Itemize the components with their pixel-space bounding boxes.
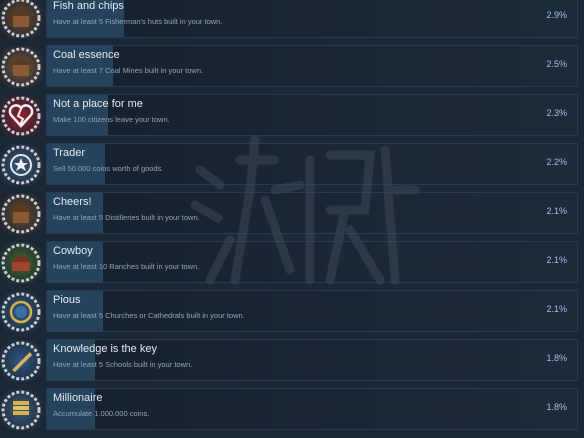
unlock-percentage: 1.8%: [546, 353, 567, 363]
achievement-description: Have at least 5 Schools built in your to…: [53, 360, 193, 369]
unlock-percentage: 2.2%: [546, 157, 567, 167]
achievement-list: Fish and chips Have at least 5 Fisherman'…: [0, 0, 584, 438]
achievement-row[interactable]: Not a place for me Make 100 citizens leav…: [0, 94, 584, 138]
achievement-card: Knowledge is the key Have at least 5 Scho…: [46, 339, 578, 381]
achievement-card: Cheers! Have at least 5 Distilleries buil…: [46, 192, 578, 234]
achievement-row[interactable]: Fish and chips Have at least 5 Fisherman'…: [0, 0, 584, 40]
coin-stack-icon: [0, 389, 42, 431]
star-coin-icon: [0, 144, 42, 186]
achievement-title: Fish and chips: [53, 0, 124, 12]
church-icon: [0, 291, 42, 333]
achievement-description: Accumulate 1.000.000 coins.: [53, 409, 150, 418]
achievement-title: Coal essence: [53, 49, 120, 61]
fisherman-hut-icon: [0, 0, 42, 39]
achievement-description: Have at least 5 Fisherman's huts built i…: [53, 17, 223, 26]
achievement-card: Trader Sell 50.000 coins worth of goods. 2…: [46, 143, 578, 185]
achievement-title: Trader: [53, 147, 85, 159]
achievement-card: Fish and chips Have at least 5 Fisherman'…: [46, 0, 578, 38]
achievement-title: Millionaire: [53, 392, 103, 404]
achievement-title: Pious: [53, 294, 81, 306]
achievement-card: Pious Have at least 5 Churches or Cathedr…: [46, 290, 578, 332]
coal-mine-icon: [0, 46, 42, 88]
achievement-card: Coal essence Have at least 7 Coal Mines b…: [46, 45, 578, 87]
unlock-percentage: 1.8%: [546, 402, 567, 412]
achievement-row[interactable]: Trader Sell 50.000 coins worth of goods. 2…: [0, 143, 584, 187]
achievement-row[interactable]: Knowledge is the key Have at least 5 Scho…: [0, 339, 584, 383]
achievement-row[interactable]: Pious Have at least 5 Churches or Cathedr…: [0, 290, 584, 334]
unlock-percentage: 2.3%: [546, 108, 567, 118]
achievement-description: Have at least 7 Coal Mines built in your…: [53, 66, 204, 75]
achievement-card: Cowboy Have at least 10 Ranches built in …: [46, 241, 578, 283]
achievement-description: Sell 50.000 coins worth of goods.: [53, 164, 164, 173]
achievement-row[interactable]: Millionaire Accumulate 1.000.000 coins. 1.…: [0, 388, 584, 432]
school-quill-icon: [0, 340, 42, 382]
achievement-description: Make 100 citizens leave your town.: [53, 115, 170, 124]
achievement-card: Millionaire Accumulate 1.000.000 coins. 1.…: [46, 388, 578, 430]
distillery-icon: [0, 193, 42, 235]
unlock-percentage: 2.1%: [546, 206, 567, 216]
achievement-card: Not a place for me Make 100 citizens leav…: [46, 94, 578, 136]
achievement-row[interactable]: Cowboy Have at least 10 Ranches built in …: [0, 241, 584, 285]
unlock-percentage: 2.1%: [546, 304, 567, 314]
achievement-row[interactable]: Coal essence Have at least 7 Coal Mines b…: [0, 45, 584, 89]
achievement-description: Have at least 5 Distilleries built in yo…: [53, 213, 200, 222]
ranch-icon: [0, 242, 42, 284]
achievement-title: Cowboy: [53, 245, 93, 257]
achievement-title: Knowledge is the key: [53, 343, 157, 355]
achievement-title: Not a place for me: [53, 98, 143, 110]
unlock-percentage: 2.1%: [546, 255, 567, 265]
achievement-description: Have at least 5 Churches or Cathedrals b…: [53, 311, 245, 320]
unlock-percentage: 2.9%: [546, 10, 567, 20]
achievement-row[interactable]: Cheers! Have at least 5 Distilleries buil…: [0, 192, 584, 236]
broken-heart-icon: [0, 95, 42, 137]
unlock-percentage: 2.5%: [546, 59, 567, 69]
achievement-description: Have at least 10 Ranches built in your t…: [53, 262, 200, 271]
achievement-title: Cheers!: [53, 196, 92, 208]
